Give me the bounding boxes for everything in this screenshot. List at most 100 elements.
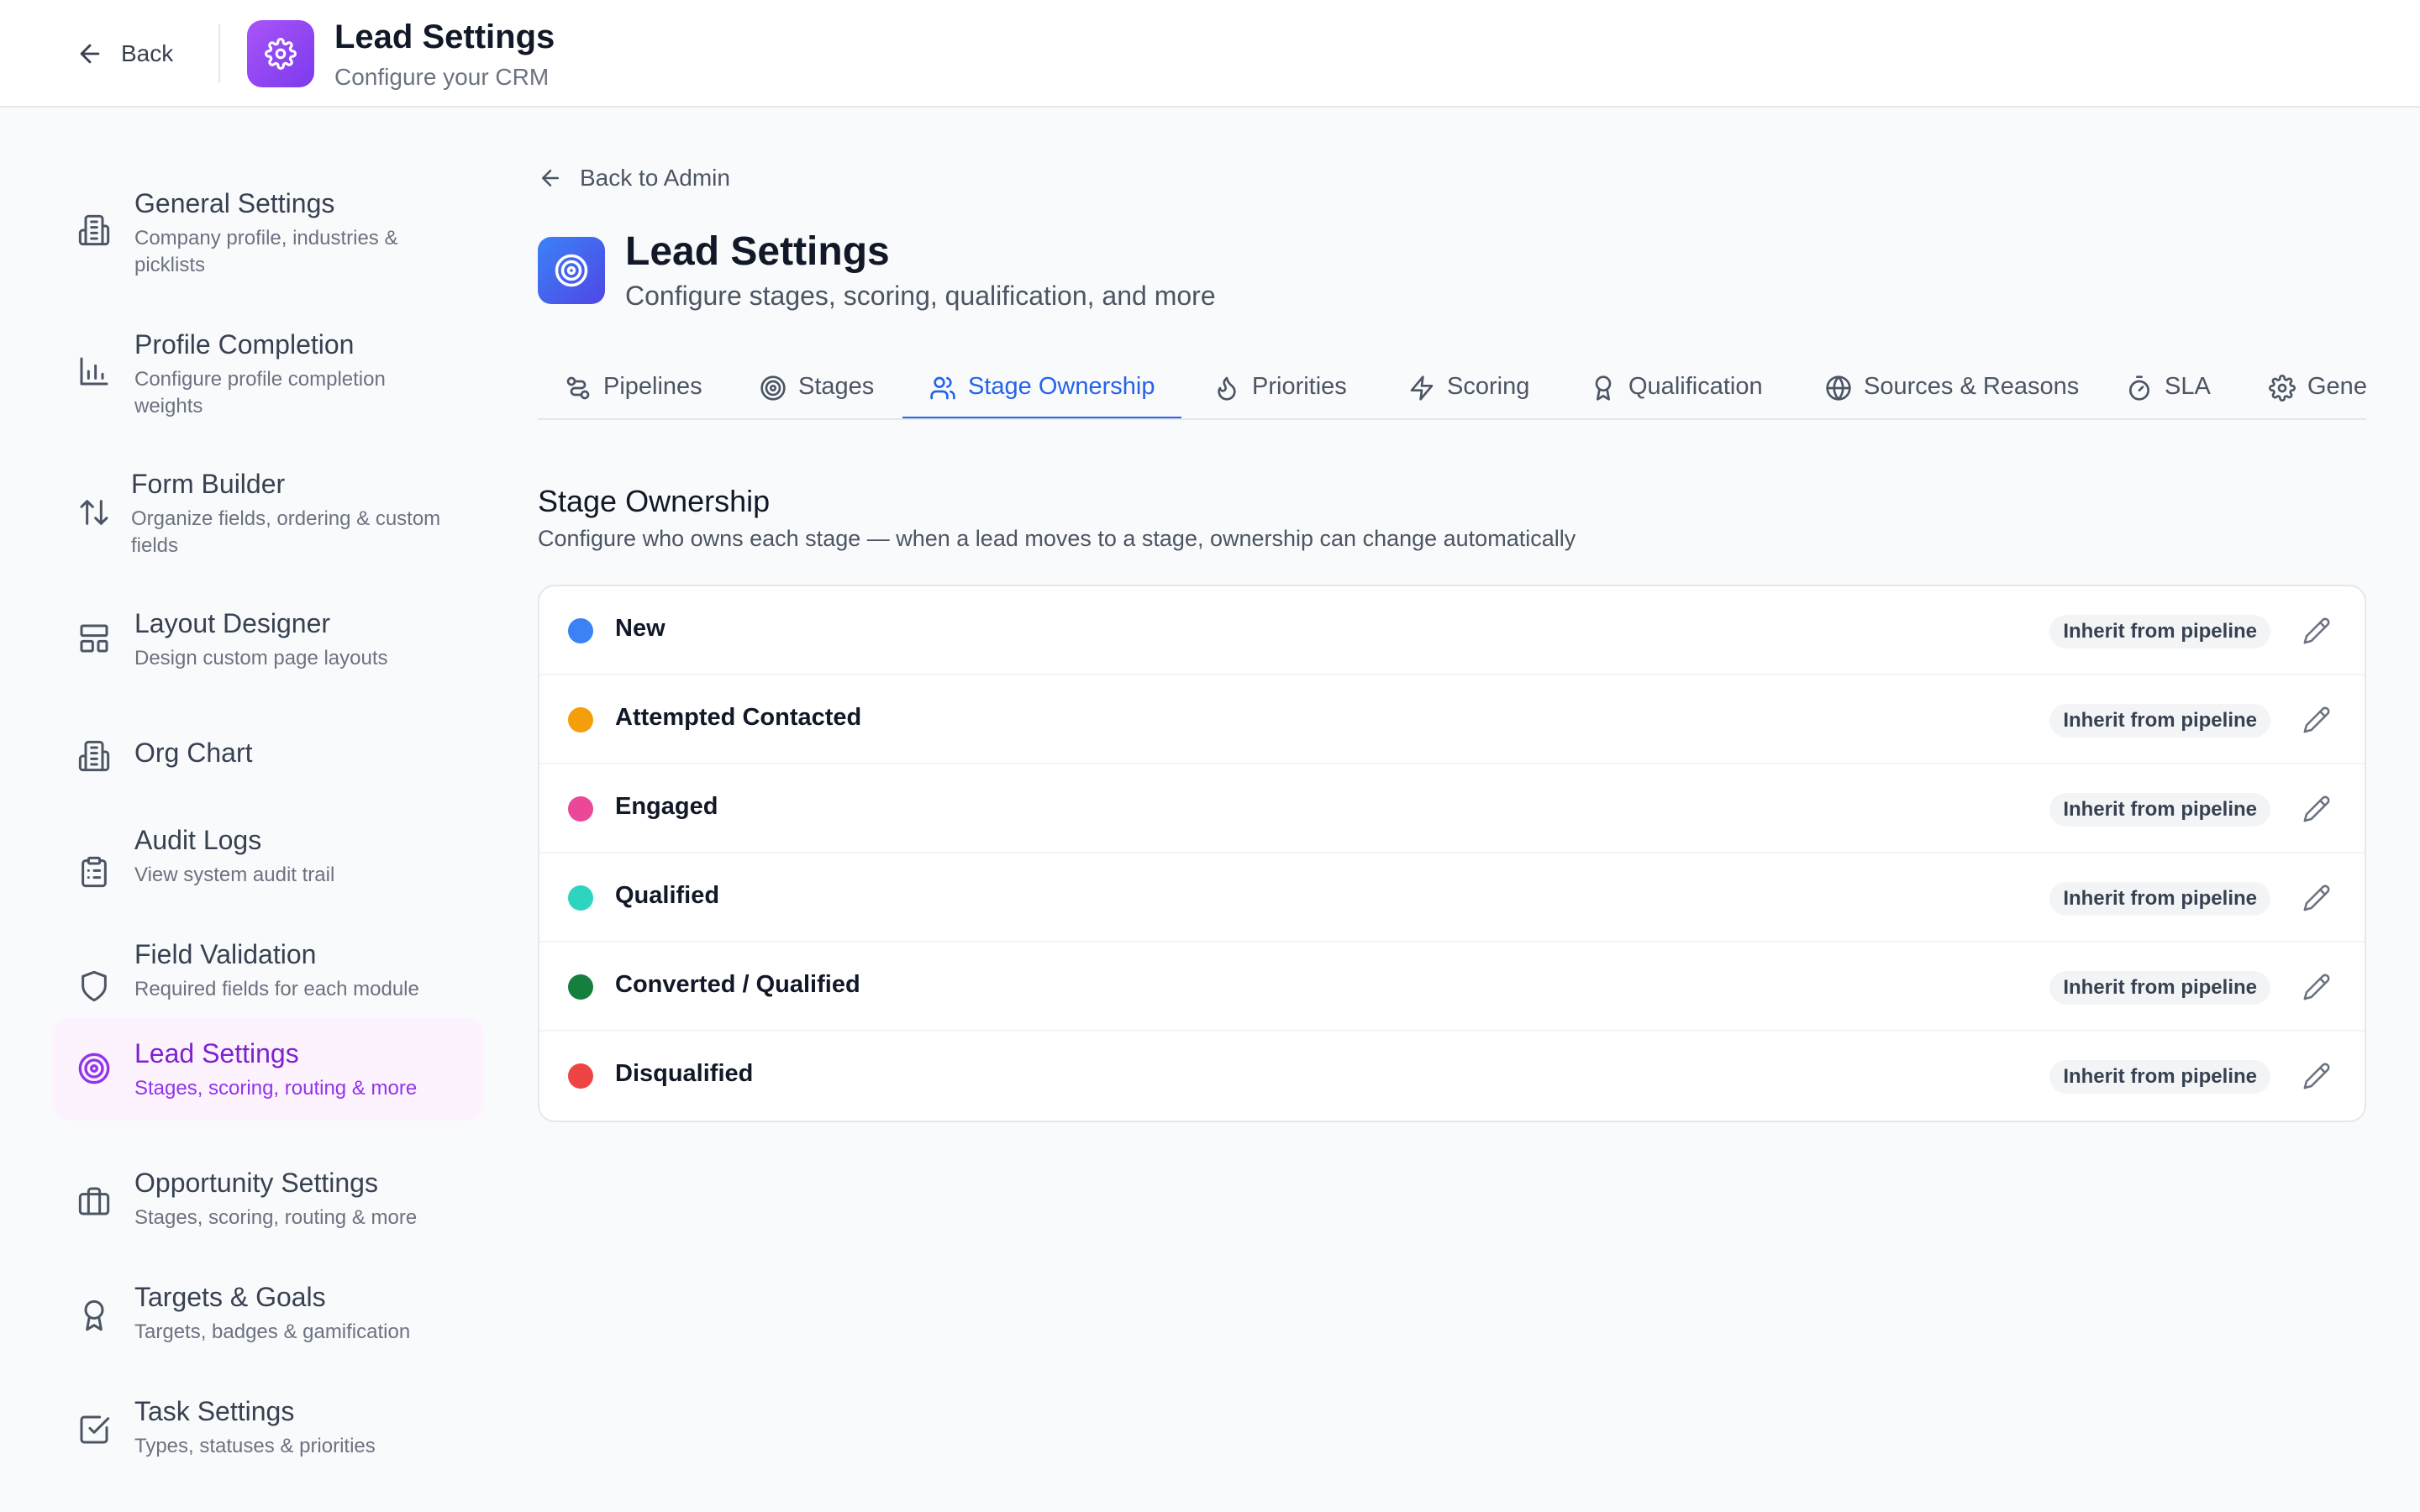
stage-row: Attempted Contacted Inherit from pipelin… <box>539 675 2365 764</box>
tab-general[interactable]: Gene <box>2269 360 2366 418</box>
stage-color-dot <box>568 1063 593 1089</box>
settings-tabs: Pipelines Stages Stage Ownership Priorit… <box>538 360 2366 420</box>
tab-label: Pipelines <box>603 373 702 400</box>
layout-icon <box>77 622 111 655</box>
building-icon <box>77 213 111 247</box>
award-icon <box>77 1299 111 1332</box>
section-title: Stage Ownership <box>538 484 771 518</box>
app-subtitle: Configure your CRM <box>334 64 550 90</box>
stage-color-dot <box>568 796 593 822</box>
sort-arrows-icon <box>77 496 111 529</box>
tab-scoring[interactable]: Scoring <box>1408 360 1530 418</box>
sidebar-item-desc: Design custom page layouts <box>134 647 388 669</box>
tab-label: Scoring <box>1447 373 1530 400</box>
edit-pencil-icon[interactable] <box>2302 706 2331 734</box>
stage-name: Attempted Contacted <box>615 704 862 731</box>
sidebar-item-field-validation[interactable]: Field Validation Required fields for eac… <box>52 921 484 1021</box>
stage-ownership-list: New Inherit from pipeline Attempted Cont… <box>538 585 2366 1122</box>
sidebar-item-desc: Stages, scoring, routing & more <box>134 1206 418 1229</box>
clipboard-icon <box>77 855 111 889</box>
stage-color-dot <box>568 707 593 732</box>
sidebar-item-title: Audit Logs <box>134 825 262 855</box>
page-subtitle: Configure stages, scoring, qualification… <box>625 281 1216 311</box>
target-icon <box>77 1052 111 1085</box>
owner-badge: Inherit from pipeline <box>2049 615 2270 648</box>
stage-row: Converted / Qualified Inherit from pipel… <box>539 942 2365 1032</box>
stage-name: Engaged <box>615 793 718 820</box>
sidebar-item-task-settings[interactable]: Task Settings Types, statuses & prioriti… <box>52 1378 484 1478</box>
edit-pencil-icon[interactable] <box>2302 1062 2331 1090</box>
sidebar-item-title: Org Chart <box>134 738 253 768</box>
target-icon <box>555 254 588 287</box>
sidebar-item-layout-designer[interactable]: Layout Designer Design custom page layou… <box>52 586 484 687</box>
sidebar-item-desc: Organize fields, ordering & custom field… <box>131 507 441 557</box>
gear-icon <box>2269 375 2296 402</box>
sidebar-item-opportunity-settings[interactable]: Opportunity Settings Stages, scoring, ro… <box>52 1149 484 1250</box>
sidebar-item-general-settings[interactable]: General Settings Company profile, indust… <box>52 165 484 291</box>
owner-badge: Inherit from pipeline <box>2049 882 2270 916</box>
tab-label: Gene <box>2307 373 2366 400</box>
tab-label: Stage Ownership <box>968 373 1155 400</box>
sidebar-item-title: Field Validation <box>134 939 317 969</box>
back-button[interactable]: Back <box>76 37 173 71</box>
stage-row: Qualified Inherit from pipeline <box>539 853 2365 942</box>
edit-pencil-icon[interactable] <box>2302 795 2331 823</box>
sidebar-item-desc: Required fields for each module <box>134 978 419 1000</box>
tab-stages[interactable]: Stages <box>760 360 875 418</box>
stage-color-dot <box>568 618 593 643</box>
tab-qualification[interactable]: Qualification <box>1590 360 1763 418</box>
tab-label: SLA <box>2165 373 2211 400</box>
stage-color-dot <box>568 974 593 1000</box>
owner-badge: Inherit from pipeline <box>2049 971 2270 1005</box>
shield-icon <box>77 969 111 1003</box>
sidebar-item-title: Task Settings <box>134 1396 295 1426</box>
target-icon <box>760 375 786 401</box>
tab-label: Priorities <box>1252 373 1347 400</box>
edit-pencil-icon[interactable] <box>2302 617 2331 645</box>
bolt-icon <box>1410 375 1434 401</box>
tab-priorities[interactable]: Priorities <box>1213 360 1347 418</box>
pipeline-icon <box>566 376 590 400</box>
sidebar-item-desc: Stages, scoring, routing & more <box>134 1077 418 1100</box>
tab-label: Sources & Reasons <box>1864 373 2080 400</box>
back-button-label: Back <box>121 40 174 66</box>
app-icon <box>247 20 314 87</box>
stage-name: Converted / Qualified <box>615 971 860 998</box>
sidebar-item-title: Opportunity Settings <box>134 1168 378 1198</box>
back-to-admin-link[interactable]: Back to Admin <box>538 165 730 192</box>
sidebar-item-title: Lead Settings <box>134 1038 299 1068</box>
app-title: Lead Settings <box>334 18 555 55</box>
sidebar-item-title: Layout Designer <box>134 608 331 638</box>
sidebar-item-desc: Targets, badges & gamification <box>134 1320 411 1343</box>
sidebar-item-title: Form Builder <box>131 469 286 499</box>
tab-sources-reasons[interactable]: Sources & Reasons <box>1825 360 2080 418</box>
tab-label: Stages <box>798 373 875 400</box>
sidebar-item-desc: Configure profile completion weights <box>134 368 386 417</box>
arrow-left-icon <box>542 170 559 186</box>
gear-icon <box>265 38 297 70</box>
flame-icon <box>1218 376 1236 401</box>
sidebar-item-form-builder[interactable]: Form Builder Organize fields, ordering &… <box>52 445 484 571</box>
checkbox-icon <box>77 1413 111 1446</box>
tab-pipelines[interactable]: Pipelines <box>565 360 702 418</box>
topbar-divider <box>218 24 220 82</box>
sidebar-item-lead-settings[interactable]: Lead Settings Stages, scoring, routing &… <box>52 1018 484 1121</box>
edit-pencil-icon[interactable] <box>2302 973 2331 1001</box>
stage-name: Qualified <box>615 882 720 909</box>
page-title: Lead Settings <box>625 229 890 274</box>
sidebar-item-desc: Company profile, industries & picklists <box>134 227 398 276</box>
tab-sla[interactable]: SLA <box>2126 360 2211 418</box>
stage-row: New Inherit from pipeline <box>539 586 2365 675</box>
top-bar: Back Lead Settings Configure your CRM <box>0 0 2420 108</box>
sidebar-item-profile-completion[interactable]: Profile Completion Configure profile com… <box>52 304 484 430</box>
briefcase-icon <box>77 1184 111 1218</box>
stage-color-dot <box>568 885 593 911</box>
timer-icon <box>2129 375 2149 401</box>
edit-pencil-icon[interactable] <box>2302 884 2331 912</box>
page-icon <box>538 237 605 304</box>
sidebar-item-audit-logs[interactable]: Audit Logs View system audit trail <box>52 806 484 907</box>
sidebar-item-targets-goals[interactable]: Targets & Goals Targets, badges & gamifi… <box>52 1263 484 1364</box>
back-to-admin-label: Back to Admin <box>580 165 730 191</box>
tab-stage-ownership[interactable]: Stage Ownership <box>902 360 1182 418</box>
sidebar-item-org-chart[interactable]: Org Chart <box>52 701 484 793</box>
